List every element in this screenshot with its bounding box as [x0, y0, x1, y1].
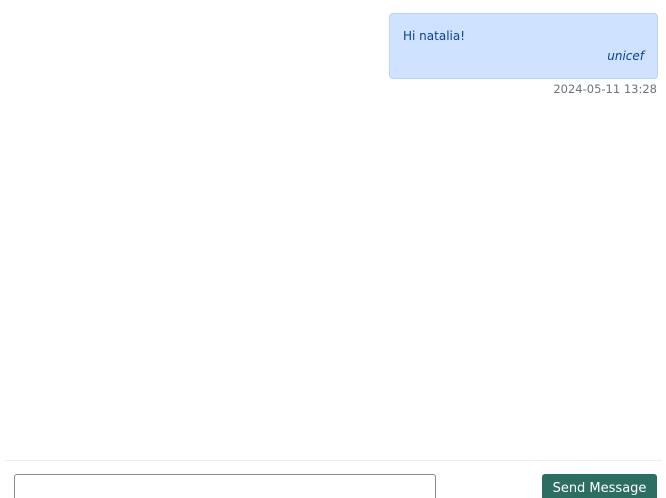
message-text: Hi natalia!	[403, 29, 466, 43]
message-input[interactable]	[14, 474, 436, 498]
message-list: Hi natalia! unicef 2024-05-11 13:28	[0, 0, 666, 460]
send-message-button[interactable]: Send Message	[542, 474, 657, 498]
message-bubble: Hi natalia! unicef	[389, 13, 658, 79]
chat-window: Hi natalia! unicef 2024-05-11 13:28 Send…	[0, 0, 666, 498]
message-composer: Send Message	[4, 460, 662, 498]
message-timestamp: 2024-05-11 13:28	[553, 82, 657, 96]
message-sender: unicef	[607, 49, 644, 63]
